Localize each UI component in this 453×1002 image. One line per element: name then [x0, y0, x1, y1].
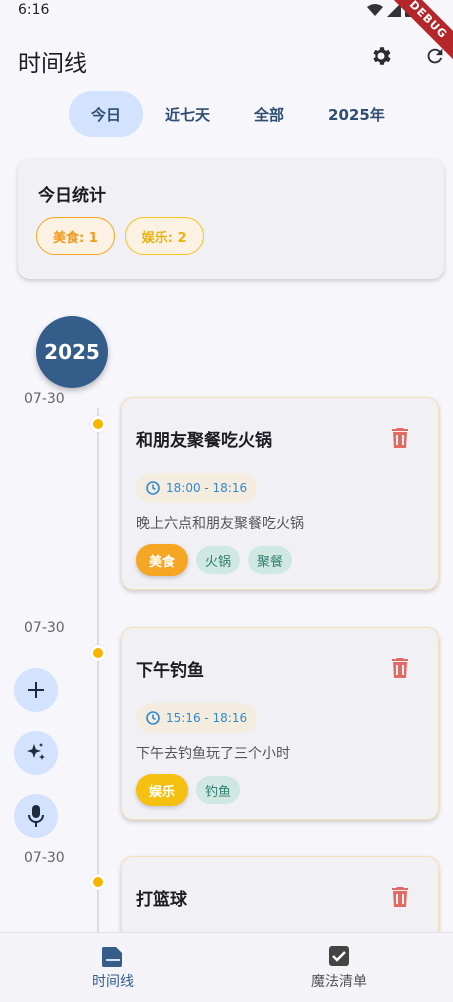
trash-icon: [392, 887, 408, 907]
settings-button[interactable]: [363, 38, 399, 74]
trash-icon: [392, 658, 408, 678]
time-range: 18:00 - 18:16: [166, 481, 248, 495]
page-title: 时间线: [18, 51, 87, 77]
refresh-icon: [427, 48, 443, 64]
event-title: 和朋友聚餐吃火锅: [136, 431, 272, 451]
timeline-book-icon: [102, 947, 122, 967]
status-bar: 6:16: [0, 0, 453, 24]
time-range-chip: 15:16 - 18:16: [136, 703, 258, 733]
timeline-dot: [90, 874, 106, 890]
clock-icon: [146, 711, 160, 725]
nav-timeline[interactable]: 时间线: [0, 933, 226, 1002]
entry-date: 07-30: [24, 620, 65, 636]
event-tags: 娱乐 钓鱼: [136, 774, 241, 806]
nav-magic-list[interactable]: 魔法清单: [226, 933, 452, 1002]
status-time: 6:16: [18, 2, 50, 18]
category-tag: 娱乐: [136, 774, 189, 806]
nav-label: 魔法清单: [311, 974, 367, 990]
delete-button[interactable]: [386, 424, 414, 452]
time-range: 15:16 - 18:16: [166, 711, 248, 725]
bottom-navigation: 时间线 魔法清单: [0, 932, 453, 1002]
tab-year-2025[interactable]: 2025年: [306, 91, 407, 137]
wifi-icon: [367, 4, 383, 16]
add-event-button[interactable]: [14, 668, 58, 712]
event-tags: 美食 火锅 聚餐: [136, 544, 293, 576]
plus-icon: [28, 682, 44, 698]
keyword-tag: 聚餐: [248, 546, 293, 574]
today-stats-card: 今日统计 美食: 1 娱乐: 2: [18, 159, 444, 279]
microphone-icon: [28, 805, 44, 827]
filter-tabs: 今日 近七天 全部 2025年: [69, 91, 407, 137]
refresh-button[interactable]: [417, 38, 453, 74]
timeline-line: [97, 408, 99, 938]
year-marker: 2025: [36, 316, 108, 388]
delete-button[interactable]: [386, 654, 414, 682]
keyword-tag: 钓鱼: [196, 776, 241, 804]
stats-title: 今日统计: [38, 186, 106, 206]
timeline-dot: [90, 645, 106, 661]
trash-icon: [392, 428, 408, 448]
category-tag: 美食: [136, 544, 189, 576]
ai-assist-button[interactable]: [14, 731, 58, 775]
event-description: 晚上六点和朋友聚餐吃火锅: [136, 516, 304, 532]
delete-button[interactable]: [386, 883, 414, 911]
checkbox-icon: [329, 946, 349, 966]
app-bar: 时间线: [0, 30, 453, 86]
event-description: 下午去钓鱼玩了三个小时: [136, 746, 290, 762]
tab-today[interactable]: 今日: [69, 91, 144, 137]
event-title: 打篮球: [136, 890, 187, 910]
entry-date: 07-30: [24, 391, 65, 407]
time-range-chip: 18:00 - 18:16: [136, 473, 258, 503]
event-card[interactable]: 和朋友聚餐吃火锅 18:00 - 18:16 晚上六点和朋友聚餐吃火锅 美食 火…: [121, 397, 439, 590]
entry-date: 07-30: [24, 850, 65, 866]
voice-input-button[interactable]: [14, 794, 58, 838]
stat-chip-entertainment: 娱乐: 2: [124, 217, 204, 255]
tab-all[interactable]: 全部: [232, 91, 306, 137]
timeline-dot: [90, 416, 106, 432]
nav-label: 时间线: [92, 974, 134, 990]
sparkle-icon: [27, 743, 45, 760]
event-card[interactable]: 下午钓鱼 15:16 - 18:16 下午去钓鱼玩了三个小时 娱乐 钓鱼: [121, 627, 439, 820]
event-title: 下午钓鱼: [136, 661, 204, 681]
gear-icon: [373, 47, 391, 65]
stats-chips: 美食: 1 娱乐: 2: [36, 217, 204, 255]
keyword-tag: 火锅: [196, 546, 241, 574]
clock-icon: [146, 481, 160, 495]
tab-last-seven-days[interactable]: 近七天: [143, 91, 232, 137]
stat-chip-food: 美食: 1: [36, 217, 115, 255]
